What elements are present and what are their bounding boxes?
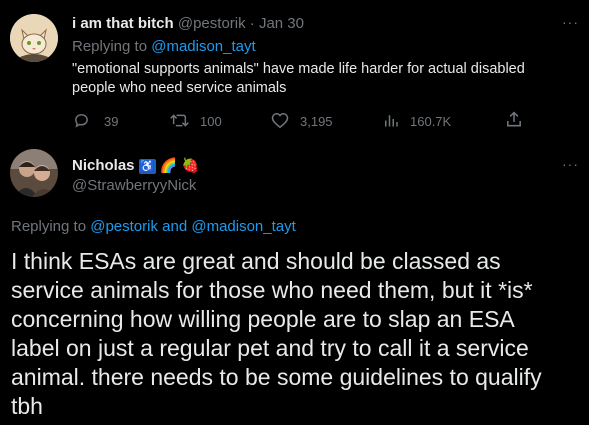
tweet-text-line: label on just a regular pet and try to c… (11, 335, 529, 361)
replying-and: and (162, 218, 188, 235)
more-icon[interactable]: ··· (562, 14, 579, 30)
tweet-text-line: tbh (11, 393, 43, 419)
replying-prefix: Replying to (11, 218, 87, 235)
avatar[interactable] (10, 149, 58, 197)
like-count[interactable]: 3,195 (300, 114, 333, 129)
badge-rainbow: 🌈 (159, 157, 178, 173)
tweet-text-line: service animals for those who need them,… (11, 277, 533, 303)
heart-icon[interactable] (271, 112, 289, 129)
dot-separator: · (249, 15, 255, 32)
view-count[interactable]: 160.7K (410, 114, 451, 129)
more-icon[interactable]: ··· (562, 156, 579, 172)
replying-to-link[interactable]: @pestorik (90, 218, 158, 235)
replying-to-link[interactable]: @madison_tayt (191, 218, 295, 235)
replying-prefix: Replying to (72, 38, 148, 55)
tweet-body: I think ESAs are great and should be cla… (11, 247, 542, 421)
handle[interactable]: @StrawberryyNick (72, 177, 196, 194)
tweet-text-line: I think ESAs are great and should be cla… (11, 248, 501, 274)
reply-count[interactable]: 39 (104, 114, 118, 129)
display-name[interactable]: Nicholas (72, 157, 135, 174)
views-icon[interactable] (383, 113, 399, 128)
avatar[interactable] (10, 14, 58, 62)
timestamp[interactable]: Jan 30 (259, 15, 304, 32)
tweet-text-line: animal. there needs to be some guideline… (11, 364, 542, 390)
retweet-count[interactable]: 100 (200, 114, 222, 129)
tweet-text-line: people who need service animals (72, 80, 287, 96)
handle[interactable]: @pestorik (178, 15, 246, 32)
replying-to-link[interactable]: @madison_tayt (151, 38, 255, 55)
share-icon[interactable] (506, 111, 522, 128)
retweet-icon[interactable] (170, 112, 189, 129)
badge-wheelchair: ♿ (138, 159, 156, 174)
reply-icon[interactable] (73, 112, 90, 129)
display-name[interactable]: i am that bitch (72, 15, 174, 32)
tweet-text-line: "emotional supports animals" have made l… (72, 61, 525, 77)
tweet-text-line: concerning how willing people are to sla… (11, 306, 515, 332)
badge-strawberry: 🍓 (181, 157, 199, 173)
